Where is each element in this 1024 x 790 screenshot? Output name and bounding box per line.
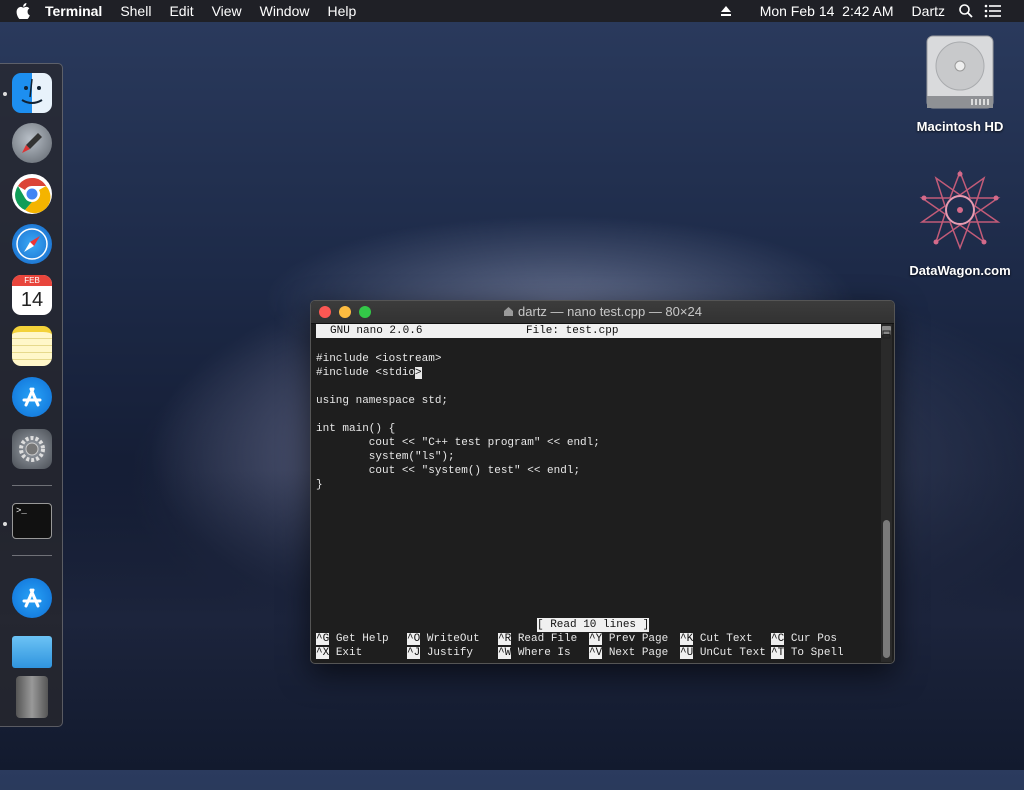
notification-center-icon[interactable] <box>984 4 1002 18</box>
calendar-day: 14 <box>20 289 44 311</box>
window-title: dartz — nano test.cpp — 80×24 <box>311 301 894 323</box>
shortcut-uncut-text: ^U UnCut Text <box>680 647 766 659</box>
desktop-icon-macintosh-hd[interactable]: Macintosh HD <box>905 32 1015 134</box>
menu-user[interactable]: Dartz <box>903 0 954 22</box>
menu-view[interactable]: View <box>203 0 251 22</box>
eject-icon[interactable] <box>719 4 733 18</box>
window-titlebar[interactable]: dartz — nano test.cpp — 80×24 <box>311 301 894 324</box>
calendar-month: FEB <box>12 275 52 286</box>
shortcut-next-page: ^V Next Page <box>589 647 669 659</box>
datawagon-logo-icon <box>919 169 1001 251</box>
hard-drive-icon <box>926 35 994 109</box>
shortcut-where-is: ^W Where Is <box>498 647 571 659</box>
code-line-9: cout << "system() test" << endl; <box>316 465 581 477</box>
desktop-icon-label: Macintosh HD <box>916 119 1004 134</box>
terminal-icon[interactable]: >_ <box>12 503 52 539</box>
system-preferences-icon[interactable] <box>12 429 52 469</box>
code-line-2: #include <stdio> <box>316 366 422 380</box>
scroll-split-icon[interactable] <box>882 326 891 339</box>
shortcut-read-file: ^R Read File <box>498 633 578 645</box>
safari-icon[interactable] <box>12 224 52 264</box>
nano-version: GNU nano 2.0.6 <box>330 325 423 337</box>
desktop-icon-label: DataWagon.com <box>909 263 1011 278</box>
dock-separator <box>12 555 52 556</box>
shortcut-writeout: ^O WriteOut <box>407 633 480 645</box>
spotlight-search-icon[interactable] <box>958 3 974 19</box>
home-folder-icon <box>504 307 514 316</box>
menu-clock[interactable]: Mon Feb 14 2:42 AM <box>751 0 903 22</box>
app-store-download-icon[interactable] <box>12 578 52 618</box>
terminal-icon-prompt: >_ <box>16 506 27 516</box>
shortcut-to-spell: ^T To Spell <box>771 647 844 659</box>
scrollbar-thumb[interactable] <box>883 520 890 658</box>
trash-icon[interactable] <box>16 676 48 718</box>
terminal-running-indicator <box>3 522 7 526</box>
terminal-content[interactable]: GNU nano 2.0.6 File: test.cpp #include <i… <box>316 324 881 662</box>
nano-status-message: [ Read 10 lines ] <box>537 618 650 632</box>
shortcut-justify: ^J Justify <box>407 647 474 659</box>
code-line-1: #include <iostream> <box>316 353 442 365</box>
shortcut-cut-text: ^K Cut Text <box>680 633 753 645</box>
menu-shell[interactable]: Shell <box>111 0 160 22</box>
dock: FEB 14 >_ <box>0 63 63 727</box>
text-cursor: > <box>415 367 422 379</box>
dock-separator <box>12 485 52 486</box>
code-line-2-text: #include <stdio <box>316 367 416 379</box>
scrollbar[interactable] <box>881 324 892 662</box>
menu-bar: Terminal Shell Edit View Window Help Mon… <box>0 0 1024 22</box>
shortcut-cur-pos: ^C Cur Pos <box>771 633 838 645</box>
code-line-4: using namespace std; <box>316 395 449 407</box>
menu-app-name[interactable]: Terminal <box>36 0 111 22</box>
chrome-icon[interactable] <box>12 174 52 214</box>
shortcut-get-help: ^G Get Help <box>316 633 389 645</box>
launchpad-icon[interactable] <box>12 123 52 163</box>
finder-running-indicator <box>3 92 7 96</box>
code-line-6: int main() { <box>316 423 396 435</box>
menu-window[interactable]: Window <box>251 0 319 22</box>
window-title-text: dartz — nano test.cpp — 80×24 <box>518 304 702 319</box>
menu-help[interactable]: Help <box>318 0 365 22</box>
finder-icon[interactable] <box>12 73 52 113</box>
code-line-10: } <box>316 479 323 491</box>
apple-icon[interactable] <box>16 3 30 19</box>
nano-header-bar: GNU nano 2.0.6 File: test.cpp <box>316 324 881 338</box>
calendar-icon[interactable]: FEB 14 <box>12 275 52 315</box>
nano-file-label: File: test.cpp <box>526 325 619 337</box>
menu-edit[interactable]: Edit <box>160 0 202 22</box>
desktop-icon-datawagon[interactable]: DataWagon.com <box>898 168 1022 278</box>
terminal-window[interactable]: dartz — nano test.cpp — 80×24 GNU nano 2… <box>310 300 895 664</box>
notes-icon[interactable] <box>12 326 52 366</box>
shortcut-prev-page: ^Y Prev Page <box>589 633 669 645</box>
folder-icon[interactable] <box>12 636 52 668</box>
shortcut-exit: ^X Exit <box>316 647 363 659</box>
code-line-8: system("ls"); <box>316 451 455 463</box>
app-store-icon[interactable] <box>12 377 52 417</box>
code-line-7: cout << "C++ test program" << endl; <box>316 437 600 449</box>
